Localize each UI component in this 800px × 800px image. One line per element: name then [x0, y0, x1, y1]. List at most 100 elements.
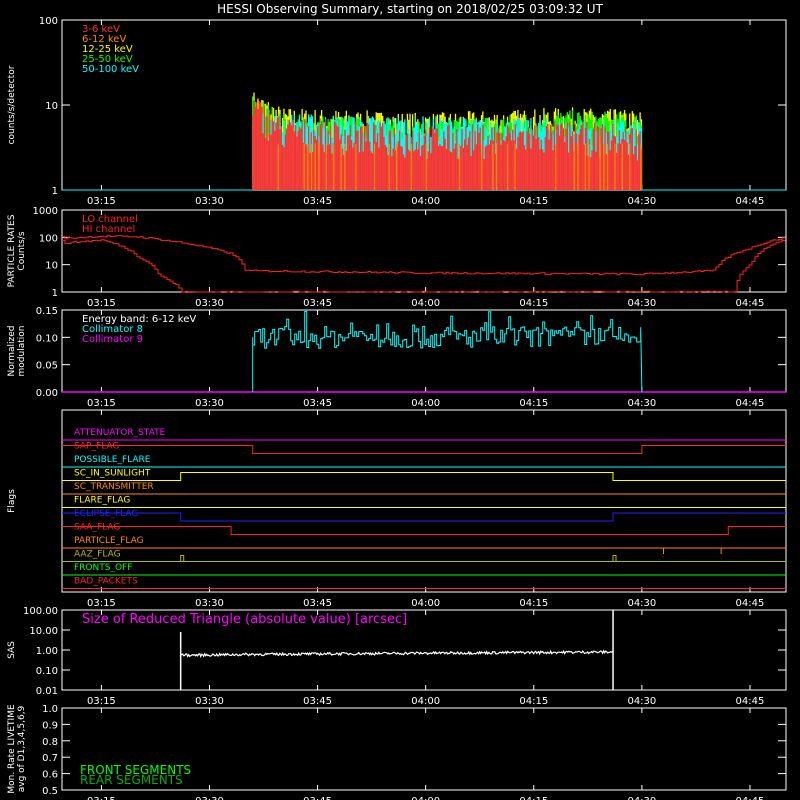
flag-possible-flare: POSSIBLE_FLARE [74, 455, 151, 465]
x-tick-label: 04:30 [627, 796, 656, 800]
flag-pulse [612, 555, 617, 562]
x-tick-label: 04:15 [519, 196, 548, 207]
x-tick-label: 04:15 [519, 298, 548, 309]
series-sas [180, 649, 614, 658]
x-tick-label: 03:45 [303, 598, 332, 609]
x-tick-label: 03:30 [195, 598, 224, 609]
y-tick-label: 1 [52, 186, 58, 197]
y-tick-label: 100 [39, 233, 58, 244]
panels-layer: 03:15 03:30 03:45 04:00 04:15 04:30 04:45 1 10 10… [7, 16, 787, 800]
x-tick-label: 04:30 [627, 598, 656, 609]
flag-sc-in-sunlight: SC_IN_SUNLIGHT [74, 469, 151, 479]
y-tick-label: 0.9 [42, 720, 58, 731]
y-tick-label: 0.01 [36, 686, 58, 697]
series-collimator-8 [252, 311, 643, 393]
y-axis-label: Counts/s [17, 231, 27, 270]
flag-bad-packets: BAD_PACKETS [74, 577, 138, 587]
y-axis-label: counts/s/detector [7, 65, 17, 144]
x-tick-label: 04:45 [736, 796, 765, 800]
flag-label: SAP_FLAG [74, 442, 119, 452]
series-LO-channel [62, 235, 786, 276]
y-axis-label: SAS [7, 641, 17, 659]
x-tick-label: 04:00 [411, 298, 440, 309]
panel-frame-4 [61, 409, 787, 593]
flag-pulse [180, 555, 185, 562]
x-tick-label: 04:45 [736, 196, 765, 207]
y-tick-label: 0.05 [36, 361, 58, 372]
flag-particle-flag: PARTICLE_FLAG [74, 536, 722, 554]
y-tick-label: 1.0 [42, 704, 58, 715]
legend-rear-segments: REAR SEGMENTS [80, 773, 183, 787]
x-tick-label: 04:45 [736, 696, 765, 707]
x-tick-label: 04:30 [627, 196, 656, 207]
observing-summary-figure: HESSI Observing Summary, starting on 201… [7, 2, 787, 800]
x-tick-label: 03:45 [303, 796, 332, 800]
x-tick-label: 03:15 [87, 398, 116, 409]
sas-annotation: Size of Reduced Triangle (absolute value… [82, 612, 407, 627]
y-axis-label: Normalized [7, 325, 17, 376]
flag-label: ATTENUATOR_STATE [74, 428, 166, 438]
y-tick-label: 0.7 [42, 753, 58, 764]
y-tick-label: 100 [39, 16, 58, 27]
x-tick-label: 04:00 [411, 696, 440, 707]
y-tick-label: 0.8 [42, 737, 58, 748]
y-tick-label: 0.15 [36, 306, 58, 317]
x-tick-label: 04:45 [736, 398, 765, 409]
x-tick-label: 04:30 [627, 696, 656, 707]
y-axis-label: avg of D1,3,4,5,6,9 [17, 705, 27, 792]
flag-label: POSSIBLE_FLARE [74, 455, 151, 465]
series-HI-channel [62, 239, 786, 293]
flag-sap-flag: SAP_FLAG [74, 442, 119, 452]
x-tick-label: 04:00 [411, 398, 440, 409]
flag-label: SC_TRANSMITTER [74, 482, 154, 492]
legend-entry: Collimator 9 [82, 334, 143, 345]
x-tick-label: 03:15 [87, 598, 116, 609]
x-tick-label: 03:15 [87, 298, 116, 309]
x-tick-label: 03:15 [87, 196, 116, 207]
x-tick-label: 04:15 [519, 598, 548, 609]
x-tick-label: 03:30 [195, 696, 224, 707]
flag-label: BAD_PACKETS [74, 577, 138, 587]
y-tick-label: 0.10 [36, 666, 58, 677]
legend-entry: 50-100 keV [82, 64, 139, 75]
x-tick-label: 04:30 [627, 398, 656, 409]
x-tick-label: 04:00 [411, 598, 440, 609]
flag-aaz-flag: AAZ_FLAG [74, 550, 121, 560]
x-tick-label: 04:00 [411, 796, 440, 800]
y-tick-label: 0.00 [36, 388, 58, 399]
x-tick-label: 04:15 [519, 796, 548, 800]
x-tick-label: 04:45 [736, 298, 765, 309]
y-axis-label: Mon. Rate LIVETIME [7, 704, 17, 794]
y-axis-label: Flags [7, 489, 17, 513]
y-axis-label: modulation [17, 326, 27, 377]
x-tick-label: 03:30 [195, 196, 224, 207]
flag-trace [62, 472, 786, 481]
flag-label: PARTICLE_FLAG [74, 536, 144, 546]
y-tick-label: 1000 [33, 206, 58, 217]
x-tick-label: 04:45 [736, 598, 765, 609]
flag-fronts-off: FRONTS_OFF [74, 563, 132, 573]
panel-frame-2 [61, 209, 787, 293]
y-tick-label: 10 [45, 101, 58, 112]
flag-sc-transmitter: SC_TRANSMITTER [74, 482, 154, 492]
x-tick-label: 04:30 [627, 298, 656, 309]
x-tick-label: 03:15 [87, 696, 116, 707]
x-tick-label: 04:15 [519, 696, 548, 707]
x-tick-label: 03:45 [303, 398, 332, 409]
flag-label: ECLIPSE_FLAG [74, 509, 138, 519]
flag-label: FRONTS_OFF [74, 563, 132, 573]
y-tick-label: 1.00 [36, 646, 58, 657]
x-tick-label: 04:00 [411, 196, 440, 207]
x-tick-label: 03:15 [87, 796, 116, 800]
flag-label: AAZ_FLAG [74, 550, 121, 560]
x-tick-label: 03:30 [195, 398, 224, 409]
y-axis-label: PARTICLE RATES [7, 214, 17, 287]
y-tick-label: 0.5 [42, 786, 58, 797]
y-tick-label: 100.00 [23, 606, 58, 617]
y-tick-label: 0.10 [36, 333, 58, 344]
y-tick-label: 0.6 [42, 770, 58, 781]
flag-trace [62, 445, 786, 454]
x-tick-label: 03:30 [195, 298, 224, 309]
figure-title: HESSI Observing Summary, starting on 201… [217, 2, 603, 16]
x-tick-label: 03:30 [195, 796, 224, 800]
